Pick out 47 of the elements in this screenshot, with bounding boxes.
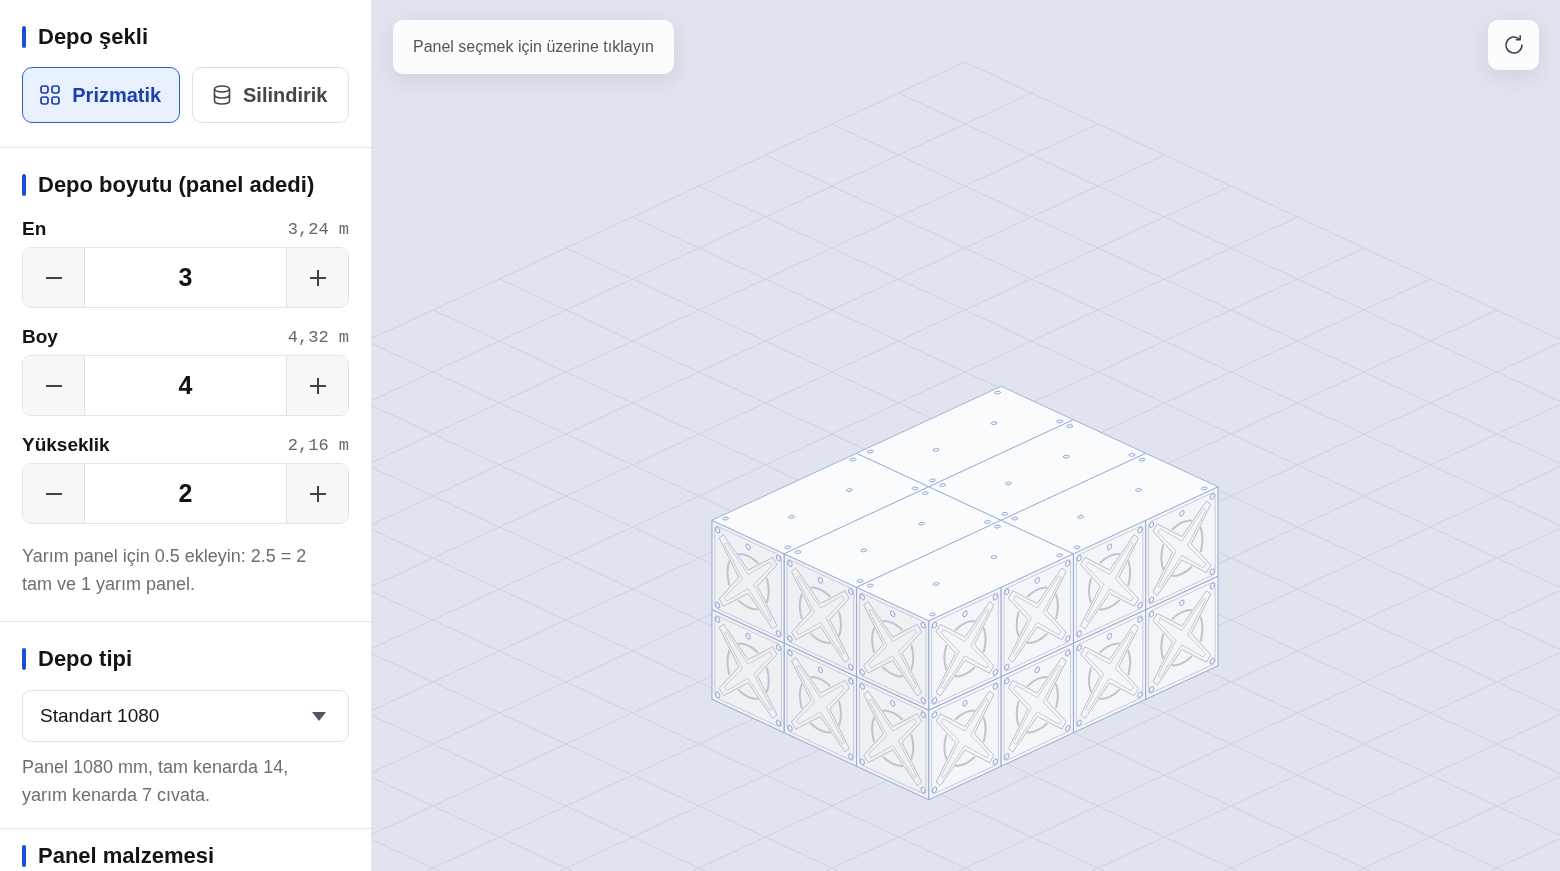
- section-heading: Depo şekli: [38, 23, 149, 51]
- section-heading: Depo boyutu (panel adedi): [38, 171, 315, 199]
- wall-panel[interactable]: [711, 609, 785, 734]
- minus-icon: [45, 276, 62, 279]
- decrement-button[interactable]: [23, 248, 85, 307]
- wall-panel[interactable]: [783, 642, 858, 767]
- number-stepper[interactable]: 2: [22, 463, 349, 524]
- dimension-reading: 4,32 m: [287, 327, 349, 347]
- number-stepper[interactable]: 4: [22, 355, 349, 416]
- field-label: En: [22, 218, 47, 240]
- wall-panel[interactable]: [1000, 642, 1074, 767]
- wall-panel[interactable]: [856, 676, 930, 801]
- shape-option-button[interactable]: Prizmatik: [22, 67, 180, 123]
- minus-icon: [45, 384, 62, 387]
- caret-down-icon: [312, 711, 326, 721]
- wall-panel[interactable]: [1072, 609, 1147, 734]
- plus-icon: [309, 269, 326, 286]
- minus-icon: [45, 492, 62, 495]
- dimension-reading: 3,24 m: [287, 219, 349, 239]
- tank-type-select[interactable]: Standart 1080: [22, 690, 349, 742]
- refresh-icon: [1502, 34, 1525, 56]
- cylinder-icon: [213, 85, 231, 105]
- section-heading: Depo tipi: [38, 645, 133, 673]
- number-stepper[interactable]: 3: [22, 247, 349, 308]
- dimension-reading: 2,16 m: [287, 435, 349, 455]
- plus-icon: [309, 377, 326, 394]
- increment-button[interactable]: [286, 248, 348, 307]
- hint-text: Yarım panel için 0.5 ekleyin: 2.5 = 2 tam ve 1 yarım panel.: [22, 545, 308, 596]
- increment-button[interactable]: [286, 356, 348, 415]
- decrement-button[interactable]: [23, 356, 85, 415]
- shape-option-button[interactable]: Silindirik: [191, 67, 349, 123]
- accent-bar: [22, 648, 26, 670]
- increment-button[interactable]: [286, 464, 348, 523]
- refresh-button[interactable]: [1488, 20, 1539, 70]
- wall-panel[interactable]: [928, 676, 1002, 801]
- decrement-button[interactable]: [23, 464, 85, 523]
- accent-bar: [22, 26, 26, 48]
- field-label: Boy: [22, 326, 58, 348]
- field-label: Yükseklik: [22, 434, 110, 456]
- accent-bar: [22, 845, 26, 867]
- wall-panel[interactable]: [1145, 575, 1219, 700]
- hint-tooltip: Panel seçmek için üzerine tıklayın: [393, 20, 674, 74]
- hint-text: Panel 1080 mm, tam kenarda 14, yarım kenarda 7 cıvata.: [22, 756, 290, 807]
- section-heading: Panel malzemesi: [38, 843, 215, 869]
- accent-bar: [22, 174, 26, 196]
- plus-icon: [309, 485, 326, 502]
- grid-icon: [40, 85, 61, 105]
